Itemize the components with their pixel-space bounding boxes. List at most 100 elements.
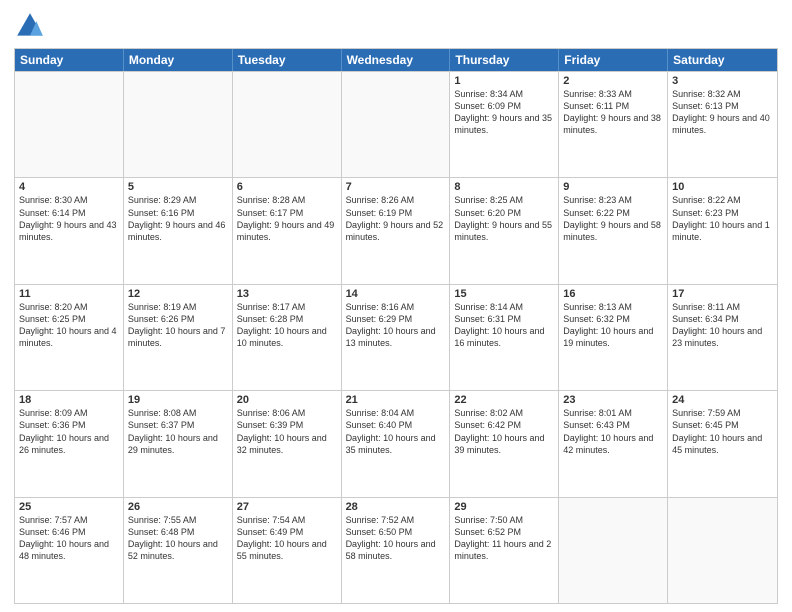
calendar-cell [342,72,451,177]
calendar-cell: 7Sunrise: 8:26 AMSunset: 6:19 PMDaylight… [342,178,451,283]
day-info: Sunrise: 8:06 AMSunset: 6:39 PMDaylight:… [237,407,337,456]
calendar-cell: 4Sunrise: 8:30 AMSunset: 6:14 PMDaylight… [15,178,124,283]
calendar-header-monday: Monday [124,49,233,71]
calendar-cell: 24Sunrise: 7:59 AMSunset: 6:45 PMDayligh… [668,391,777,496]
day-number: 6 [237,181,337,193]
day-number: 2 [563,75,663,87]
calendar-week-2: 4Sunrise: 8:30 AMSunset: 6:14 PMDaylight… [15,177,777,283]
day-info: Sunrise: 7:52 AMSunset: 6:50 PMDaylight:… [346,514,446,563]
calendar-cell [233,72,342,177]
calendar-header-tuesday: Tuesday [233,49,342,71]
calendar-cell: 8Sunrise: 8:25 AMSunset: 6:20 PMDaylight… [450,178,559,283]
calendar-cell: 14Sunrise: 8:16 AMSunset: 6:29 PMDayligh… [342,285,451,390]
calendar-cell: 19Sunrise: 8:08 AMSunset: 6:37 PMDayligh… [124,391,233,496]
day-number: 19 [128,394,228,406]
calendar-cell: 18Sunrise: 8:09 AMSunset: 6:36 PMDayligh… [15,391,124,496]
day-info: Sunrise: 8:26 AMSunset: 6:19 PMDaylight:… [346,194,446,243]
day-number: 4 [19,181,119,193]
day-number: 16 [563,288,663,300]
day-number: 23 [563,394,663,406]
day-number: 18 [19,394,119,406]
calendar-cell: 27Sunrise: 7:54 AMSunset: 6:49 PMDayligh… [233,498,342,603]
day-info: Sunrise: 8:13 AMSunset: 6:32 PMDaylight:… [563,301,663,350]
day-info: Sunrise: 8:17 AMSunset: 6:28 PMDaylight:… [237,301,337,350]
day-info: Sunrise: 8:14 AMSunset: 6:31 PMDaylight:… [454,301,554,350]
calendar-week-4: 18Sunrise: 8:09 AMSunset: 6:36 PMDayligh… [15,390,777,496]
calendar-header-saturday: Saturday [668,49,777,71]
calendar-week-1: 1Sunrise: 8:34 AMSunset: 6:09 PMDaylight… [15,71,777,177]
calendar-cell: 28Sunrise: 7:52 AMSunset: 6:50 PMDayligh… [342,498,451,603]
day-number: 17 [672,288,773,300]
day-number: 3 [672,75,773,87]
calendar-cell: 2Sunrise: 8:33 AMSunset: 6:11 PMDaylight… [559,72,668,177]
calendar-cell: 3Sunrise: 8:32 AMSunset: 6:13 PMDaylight… [668,72,777,177]
day-number: 10 [672,181,773,193]
day-info: Sunrise: 8:02 AMSunset: 6:42 PMDaylight:… [454,407,554,456]
calendar-week-3: 11Sunrise: 8:20 AMSunset: 6:25 PMDayligh… [15,284,777,390]
calendar-cell: 12Sunrise: 8:19 AMSunset: 6:26 PMDayligh… [124,285,233,390]
day-info: Sunrise: 8:16 AMSunset: 6:29 PMDaylight:… [346,301,446,350]
day-info: Sunrise: 8:28 AMSunset: 6:17 PMDaylight:… [237,194,337,243]
calendar-cell: 11Sunrise: 8:20 AMSunset: 6:25 PMDayligh… [15,285,124,390]
calendar-body: 1Sunrise: 8:34 AMSunset: 6:09 PMDaylight… [15,71,777,603]
day-info: Sunrise: 8:19 AMSunset: 6:26 PMDaylight:… [128,301,228,350]
day-info: Sunrise: 8:29 AMSunset: 6:16 PMDaylight:… [128,194,228,243]
day-info: Sunrise: 7:50 AMSunset: 6:52 PMDaylight:… [454,514,554,563]
day-number: 5 [128,181,228,193]
day-info: Sunrise: 8:20 AMSunset: 6:25 PMDaylight:… [19,301,119,350]
day-number: 1 [454,75,554,87]
day-info: Sunrise: 8:22 AMSunset: 6:23 PMDaylight:… [672,194,773,243]
day-number: 14 [346,288,446,300]
day-info: Sunrise: 8:25 AMSunset: 6:20 PMDaylight:… [454,194,554,243]
day-info: Sunrise: 8:09 AMSunset: 6:36 PMDaylight:… [19,407,119,456]
calendar-cell: 16Sunrise: 8:13 AMSunset: 6:32 PMDayligh… [559,285,668,390]
day-number: 12 [128,288,228,300]
day-info: Sunrise: 8:04 AMSunset: 6:40 PMDaylight:… [346,407,446,456]
calendar-cell: 20Sunrise: 8:06 AMSunset: 6:39 PMDayligh… [233,391,342,496]
day-number: 7 [346,181,446,193]
day-number: 15 [454,288,554,300]
calendar-header-friday: Friday [559,49,668,71]
day-info: Sunrise: 8:01 AMSunset: 6:43 PMDaylight:… [563,407,663,456]
day-info: Sunrise: 7:54 AMSunset: 6:49 PMDaylight:… [237,514,337,563]
calendar-cell: 26Sunrise: 7:55 AMSunset: 6:48 PMDayligh… [124,498,233,603]
calendar-cell: 17Sunrise: 8:11 AMSunset: 6:34 PMDayligh… [668,285,777,390]
calendar-header-sunday: Sunday [15,49,124,71]
day-info: Sunrise: 8:30 AMSunset: 6:14 PMDaylight:… [19,194,119,243]
day-info: Sunrise: 8:34 AMSunset: 6:09 PMDaylight:… [454,88,554,137]
day-number: 11 [19,288,119,300]
day-info: Sunrise: 7:59 AMSunset: 6:45 PMDaylight:… [672,407,773,456]
calendar-cell: 29Sunrise: 7:50 AMSunset: 6:52 PMDayligh… [450,498,559,603]
calendar-cell: 1Sunrise: 8:34 AMSunset: 6:09 PMDaylight… [450,72,559,177]
day-info: Sunrise: 7:55 AMSunset: 6:48 PMDaylight:… [128,514,228,563]
day-number: 8 [454,181,554,193]
calendar-cell: 15Sunrise: 8:14 AMSunset: 6:31 PMDayligh… [450,285,559,390]
calendar-cell [559,498,668,603]
day-number: 9 [563,181,663,193]
day-number: 27 [237,501,337,513]
day-info: Sunrise: 8:32 AMSunset: 6:13 PMDaylight:… [672,88,773,137]
day-number: 29 [454,501,554,513]
calendar-cell: 6Sunrise: 8:28 AMSunset: 6:17 PMDaylight… [233,178,342,283]
day-number: 22 [454,394,554,406]
calendar-header-thursday: Thursday [450,49,559,71]
day-number: 26 [128,501,228,513]
calendar-cell: 10Sunrise: 8:22 AMSunset: 6:23 PMDayligh… [668,178,777,283]
day-info: Sunrise: 8:08 AMSunset: 6:37 PMDaylight:… [128,407,228,456]
day-number: 20 [237,394,337,406]
day-info: Sunrise: 8:23 AMSunset: 6:22 PMDaylight:… [563,194,663,243]
calendar-cell: 22Sunrise: 8:02 AMSunset: 6:42 PMDayligh… [450,391,559,496]
calendar-cell [668,498,777,603]
day-number: 28 [346,501,446,513]
calendar-cell [124,72,233,177]
calendar-cell: 25Sunrise: 7:57 AMSunset: 6:46 PMDayligh… [15,498,124,603]
day-info: Sunrise: 8:11 AMSunset: 6:34 PMDaylight:… [672,301,773,350]
logo-icon [14,10,46,42]
calendar-cell [15,72,124,177]
calendar-cell: 23Sunrise: 8:01 AMSunset: 6:43 PMDayligh… [559,391,668,496]
day-number: 21 [346,394,446,406]
calendar-cell: 9Sunrise: 8:23 AMSunset: 6:22 PMDaylight… [559,178,668,283]
day-number: 24 [672,394,773,406]
calendar-cell: 13Sunrise: 8:17 AMSunset: 6:28 PMDayligh… [233,285,342,390]
page-header [14,10,778,42]
